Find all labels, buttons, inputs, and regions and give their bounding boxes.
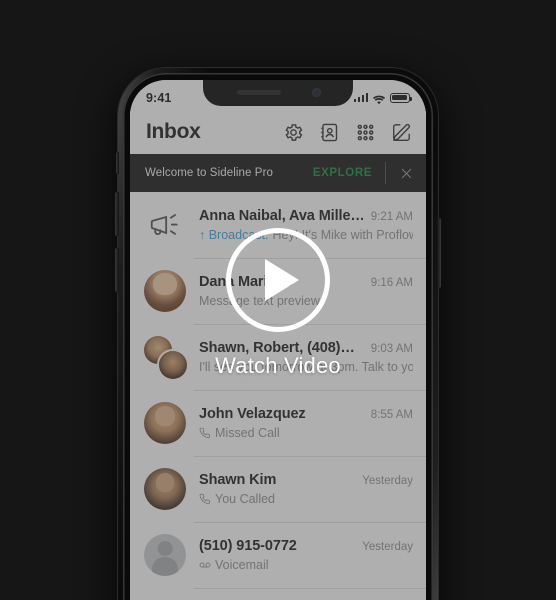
phone-icon <box>199 427 211 439</box>
list-item-top: Anna Naibal, Ava Mille… 9:21 AM <box>199 208 413 224</box>
app-header: Inbox <box>130 110 426 154</box>
page-title: Inbox <box>146 120 201 143</box>
promo-banner: Welcome to Sideline Pro EXPLORE <box>130 154 426 192</box>
cellular-signal-icon <box>353 93 368 102</box>
list-item-preview: Voicemail <box>215 558 269 572</box>
status-icons <box>353 92 412 105</box>
list-item[interactable]: (510) 915-0772 Yesterday Voicemail <box>130 522 426 588</box>
list-item-top: Shawn Kim Yesterday <box>199 472 413 488</box>
list-item-body: Shawn, Robert, (408)… 9:03 AM I'll see y… <box>199 340 413 374</box>
list-item[interactable] <box>130 588 426 600</box>
promo-banner-text: Welcome to Sideline Pro <box>145 167 274 179</box>
list-item[interactable]: John Velazquez 8:55 AM Missed Call <box>130 390 426 456</box>
phone-icon <box>199 493 211 505</box>
list-item[interactable]: Shawn, Robert, (408)… 9:03 AM I'll see y… <box>130 324 426 390</box>
avatar <box>144 270 186 312</box>
silent-switch-button[interactable] <box>116 152 119 174</box>
avatar <box>144 534 186 576</box>
list-item-time: 9:21 AM <box>370 211 413 223</box>
broadcast-megaphone-icon <box>144 204 186 246</box>
list-item-subtitle: You Called <box>199 492 413 506</box>
play-triangle-icon <box>265 259 299 301</box>
list-item-top: Shawn, Robert, (408)… 9:03 AM <box>199 340 413 356</box>
list-item-top: (510) 915-0772 Yesterday <box>199 538 413 554</box>
earpiece-speaker <box>237 90 281 95</box>
list-item-body: John Velazquez 8:55 AM Missed Call <box>199 406 413 440</box>
list-item-name: Shawn, Robert, (408)… <box>199 340 355 356</box>
power-button[interactable] <box>437 218 441 288</box>
list-item-name: John Velazquez <box>199 406 306 422</box>
status-time: 9:41 <box>146 90 172 105</box>
list-item-top: John Velazquez 8:55 AM <box>199 406 413 422</box>
list-item-time: 8:55 AM <box>370 409 413 421</box>
contacts-icon[interactable] <box>319 122 340 143</box>
battery-icon <box>390 92 412 103</box>
list-item-preview: Missed Call <box>215 426 280 440</box>
list-item-time: 9:16 AM <box>370 277 413 289</box>
voicemail-icon <box>199 559 211 571</box>
keypad-icon[interactable] <box>355 122 376 143</box>
list-item-name: (510) 915-0772 <box>199 538 297 554</box>
phone-screen: 9:41 Inbox Welcome to Sideline Pro EXPLO… <box>130 80 426 600</box>
front-camera-icon <box>312 88 321 97</box>
volume-down-button[interactable] <box>115 248 119 292</box>
list-item-subtitle: Voicemail <box>199 558 413 572</box>
list-item-time: 9:03 AM <box>370 343 413 355</box>
volume-up-button[interactable] <box>115 192 119 236</box>
close-icon[interactable] <box>386 166 426 181</box>
avatar <box>144 468 186 510</box>
list-item[interactable]: Shawn Kim Yesterday You Called <box>130 456 426 522</box>
list-item-time: Yesterday <box>362 541 413 553</box>
wifi-icon <box>372 92 386 105</box>
screenshot-canvas: 9:41 Inbox Welcome to Sideline Pro EXPLO… <box>0 0 556 600</box>
list-item-subtitle: I'll see you tomorrow at 3pm. Talk to yo… <box>199 360 413 374</box>
list-item-time: Yesterday <box>362 475 413 487</box>
list-item-name: Anna Naibal, Ava Mille… <box>199 208 363 224</box>
list-item-preview: I'll see you tomorrow at 3pm. Talk to yo… <box>199 360 413 374</box>
settings-icon[interactable] <box>283 122 304 143</box>
play-button[interactable] <box>226 228 330 332</box>
compose-icon[interactable] <box>391 122 412 143</box>
phone-device-frame: 9:41 Inbox Welcome to Sideline Pro EXPLO… <box>115 68 441 600</box>
list-item-preview: You Called <box>215 492 276 506</box>
avatar <box>144 402 186 444</box>
device-notch <box>203 80 353 106</box>
list-item-body: (510) 915-0772 Yesterday Voicemail <box>199 538 413 572</box>
explore-button[interactable]: EXPLORE <box>313 167 385 179</box>
list-item-subtitle: Missed Call <box>199 426 413 440</box>
list-item-body: Shawn Kim Yesterday You Called <box>199 472 413 506</box>
group-avatar <box>144 336 187 379</box>
header-actions <box>283 122 412 143</box>
list-item-name: Shawn Kim <box>199 472 277 488</box>
